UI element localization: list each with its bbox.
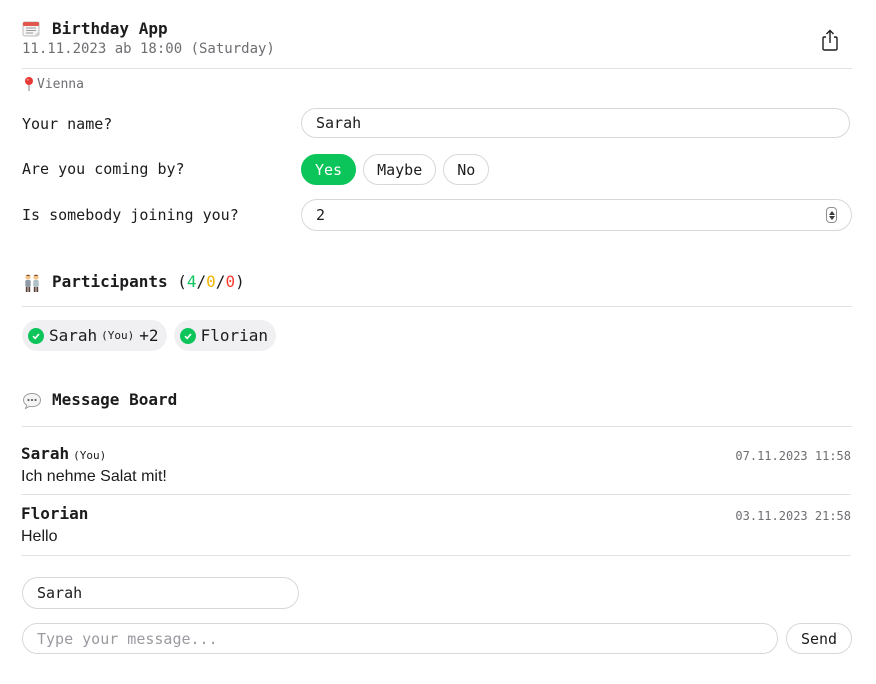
- author-name: Sarah: [21, 444, 70, 463]
- pin-icon: [22, 76, 36, 92]
- event-header: Birthday App 11.11.2023 ab 18:00 (Saturd…: [22, 14, 852, 69]
- check-icon: [179, 327, 196, 344]
- guests-value: 2: [316, 206, 326, 224]
- count-yes: 4: [186, 272, 197, 291]
- participant-list: Sarah (You) +2 Florian: [22, 320, 276, 351]
- count-no: 0: [225, 272, 236, 291]
- message-board-header: Message Board: [22, 390, 852, 427]
- you-tag: (You): [73, 449, 107, 462]
- share-button[interactable]: [820, 28, 840, 52]
- send-button[interactable]: Send: [786, 623, 852, 654]
- participant-chip: Sarah (You) +2: [22, 320, 167, 351]
- event-date: 11.11.2023 ab 18:00 (Saturday): [22, 41, 275, 57]
- message-author: Sarah (You): [21, 444, 106, 463]
- event-location: Vienna: [22, 76, 84, 92]
- message-board-title: Message Board: [52, 390, 178, 409]
- check-icon: [28, 327, 44, 344]
- stepper-arrows-icon[interactable]: [826, 207, 837, 223]
- message-input[interactable]: [22, 623, 778, 654]
- participant-name: Sarah: [49, 326, 98, 345]
- message-item: Sarah (You) 07.11.2023 11:58 Ich nehme S…: [21, 444, 851, 495]
- page-title: Birthday App: [52, 18, 168, 38]
- message-author: Florian: [21, 504, 88, 523]
- message-item: Florian 03.11.2023 21:58 Hello: [21, 504, 851, 556]
- participants-header: Participants (4/0/0): [22, 272, 852, 307]
- option-no-button[interactable]: No: [443, 154, 490, 185]
- message-timestamp: 03.11.2023 21:58: [735, 509, 851, 523]
- option-yes-button[interactable]: Yes: [301, 154, 357, 185]
- participant-extra: +2: [139, 326, 159, 345]
- title-row: Birthday App: [22, 14, 852, 42]
- speech-bubble-icon: [22, 391, 42, 411]
- option-maybe-button[interactable]: Maybe: [363, 154, 437, 185]
- people-icon: [22, 273, 42, 293]
- name-label: Your name?: [22, 115, 113, 133]
- count-maybe: 0: [206, 272, 216, 291]
- message-timestamp: 07.11.2023 11:58: [735, 449, 851, 463]
- coming-label: Are you coming by?: [22, 160, 185, 178]
- location-label: Vienna: [37, 76, 84, 92]
- participant-name: Florian: [200, 326, 268, 345]
- participant-counts: (4/0/0): [177, 272, 245, 291]
- participant-chip: Florian: [173, 320, 276, 351]
- joining-label: Is somebody joining you?: [22, 206, 239, 224]
- share-icon: [822, 29, 838, 51]
- name-input[interactable]: [301, 108, 850, 138]
- participants-heading: Participants: [52, 272, 168, 291]
- participants-title: Participants (4/0/0): [52, 272, 245, 291]
- message-text: Ich nehme Salat mit!: [21, 468, 167, 485]
- guests-stepper[interactable]: 2: [301, 199, 852, 231]
- author-name: Florian: [21, 504, 89, 523]
- attendance-selector: Yes Maybe No: [301, 154, 490, 185]
- calendar-icon: [22, 19, 42, 37]
- message-text: Hello: [21, 528, 58, 545]
- author-input[interactable]: [22, 577, 299, 609]
- you-tag: (You): [101, 329, 135, 342]
- increment-arrow[interactable]: [828, 210, 835, 215]
- decrement-arrow[interactable]: [828, 215, 835, 220]
